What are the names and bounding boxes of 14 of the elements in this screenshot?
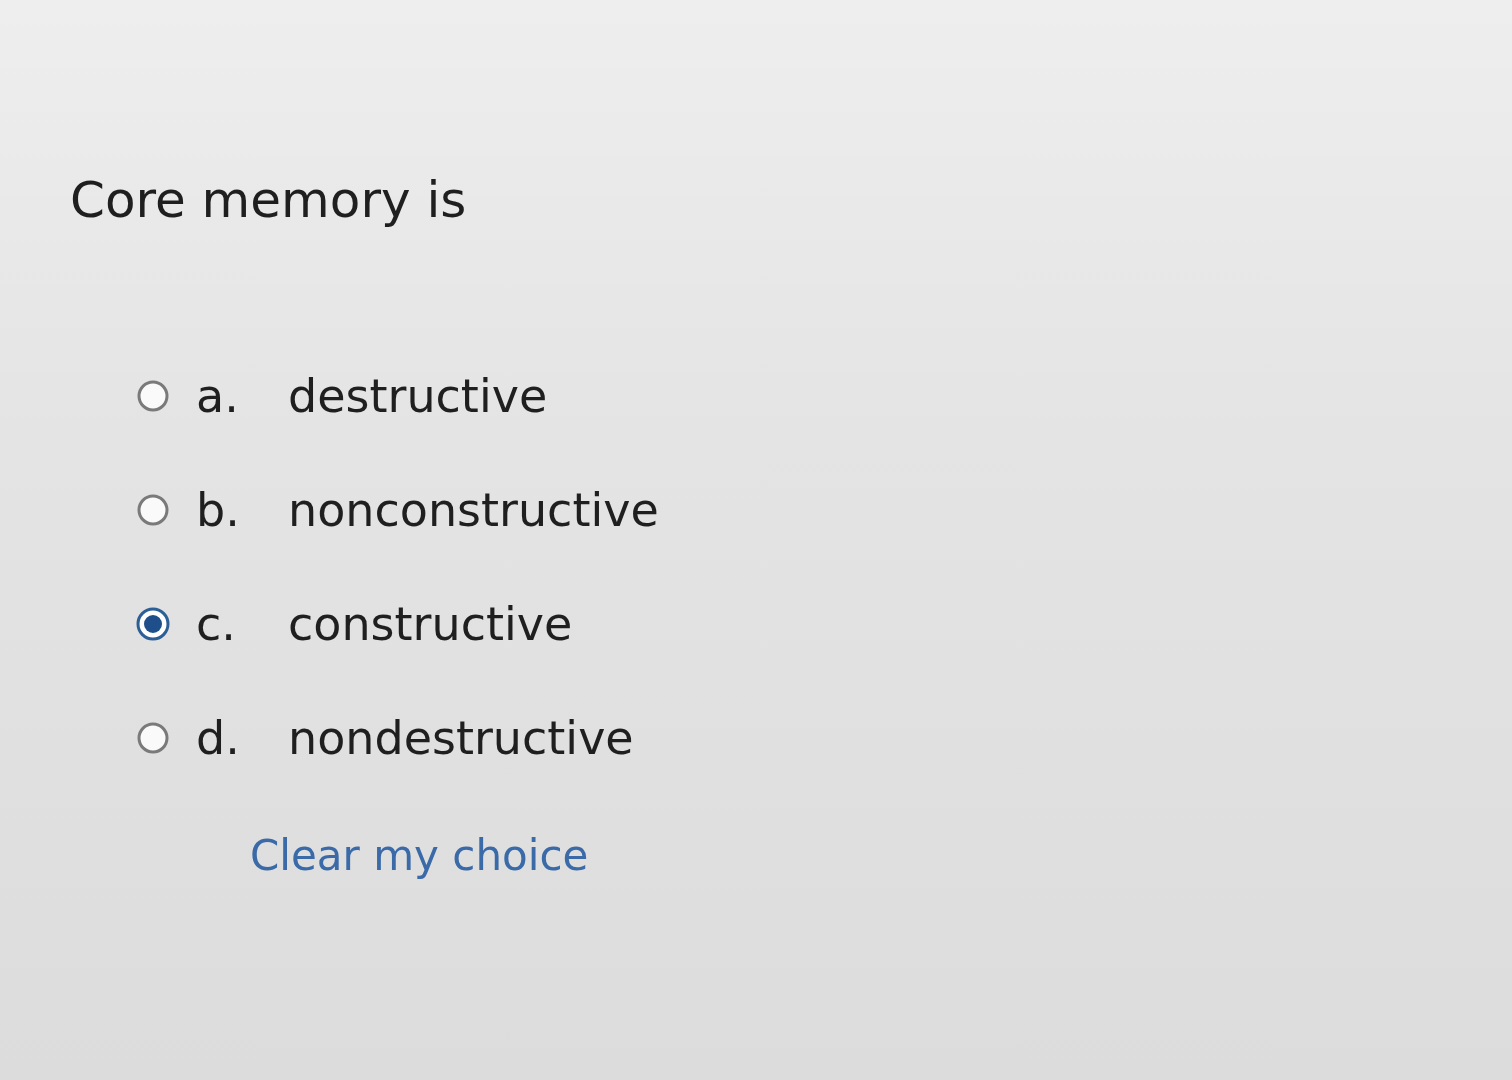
option-letter: d.	[196, 711, 241, 765]
option-letter: c.	[196, 597, 237, 651]
option-label[interactable]: nondestructive	[288, 700, 634, 776]
radio-selected-icon[interactable]	[136, 607, 170, 641]
radio-icon[interactable]	[136, 379, 170, 413]
radio-icon[interactable]	[136, 493, 170, 527]
question-text: Core memory is	[70, 170, 467, 231]
option-label[interactable]: destructive	[288, 358, 548, 434]
option-letter: b.	[196, 483, 241, 537]
clear-choice-link[interactable]: Clear my choice	[250, 826, 589, 886]
option-letter: a.	[196, 369, 240, 423]
option-label[interactable]: constructive	[288, 586, 573, 662]
option-label[interactable]: nonconstructive	[288, 472, 659, 548]
radio-icon[interactable]	[136, 721, 170, 755]
